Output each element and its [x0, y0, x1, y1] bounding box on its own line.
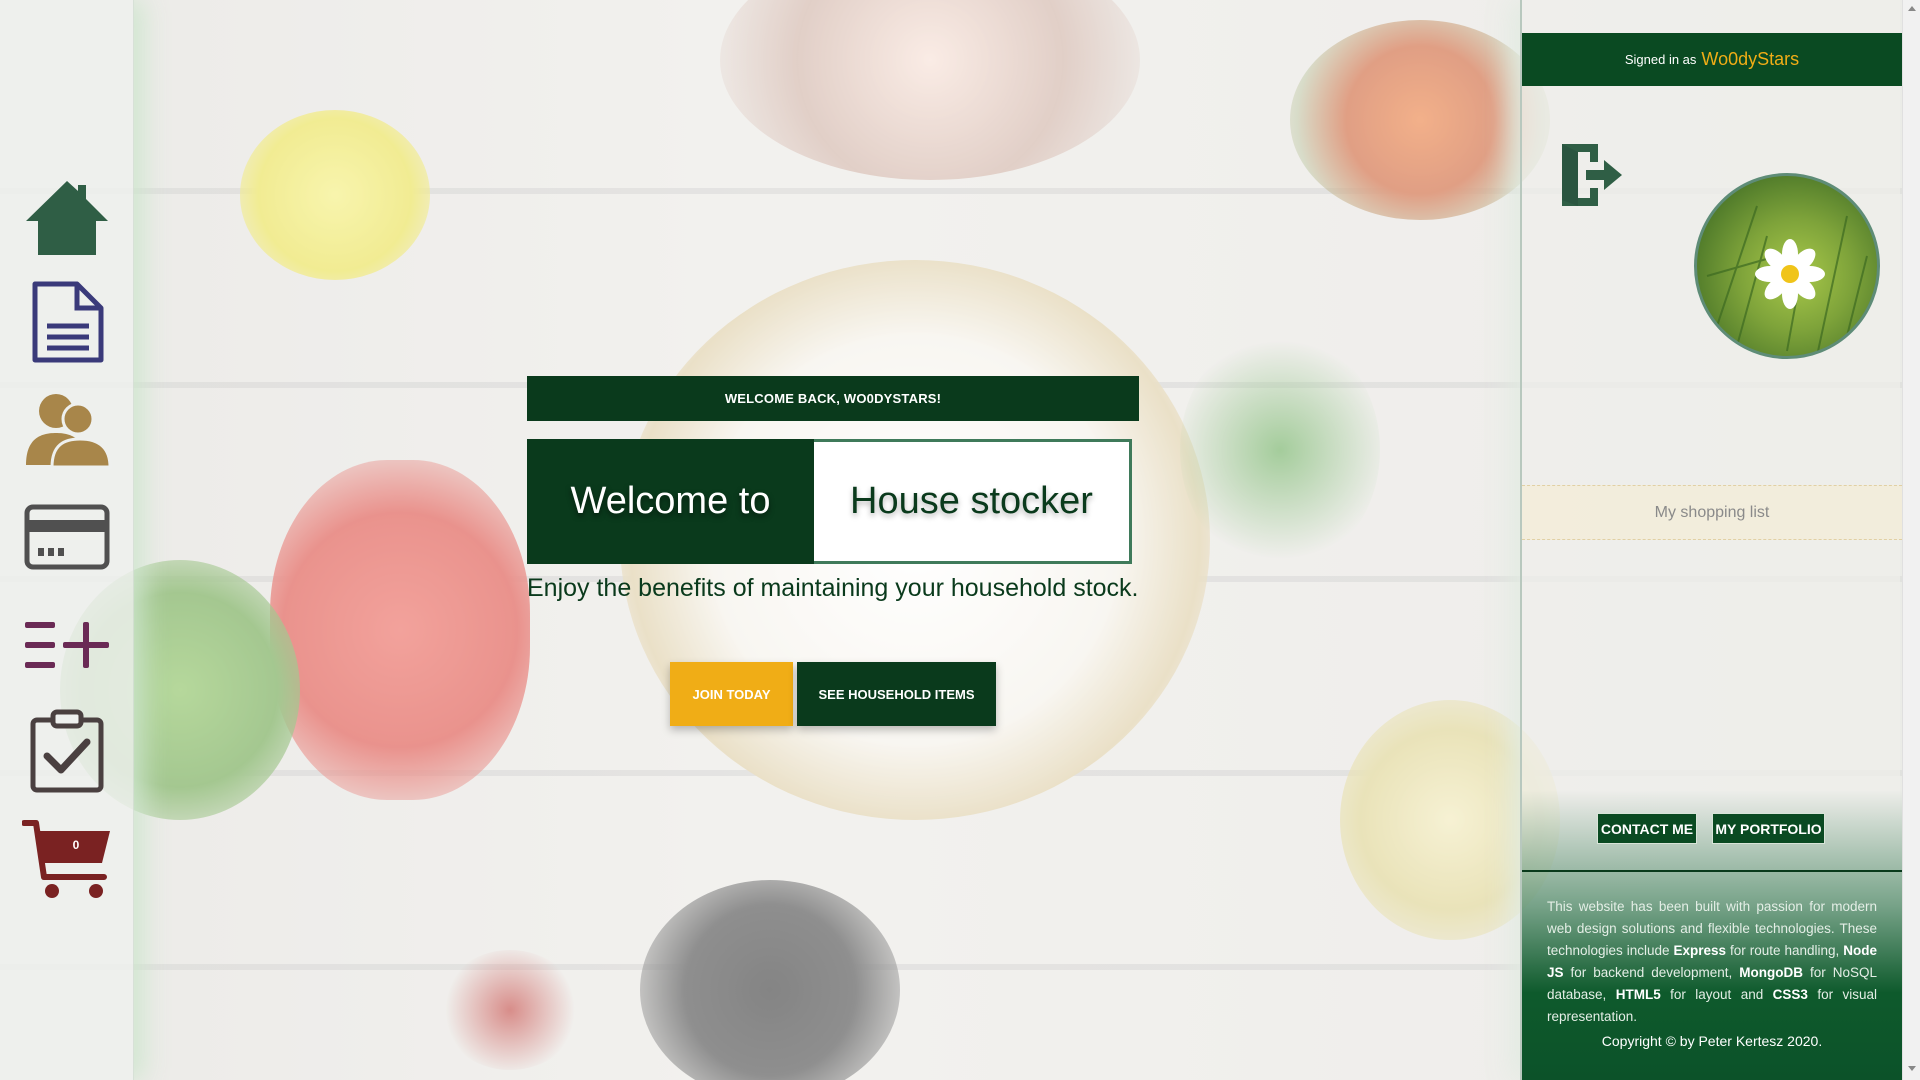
welcome-back-banner: WELCOME BACK, WO0DYSTARS!: [527, 376, 1139, 421]
join-today-button[interactable]: JOIN TODAY: [670, 662, 793, 726]
cart-count-badge: 0: [72, 838, 80, 852]
daisy-photo: [1706, 205, 1868, 356]
users-icon: [26, 394, 112, 469]
right-sidebar: Signed in as Wo0dyStars My shopping list…: [1520, 0, 1902, 1080]
nav-home[interactable]: [18, 172, 116, 262]
scroll-up-arrow[interactable]: [1908, 6, 1916, 11]
logout-button[interactable]: [1558, 140, 1624, 210]
footer-divider: [1522, 870, 1902, 872]
clipboard-check-icon: [30, 709, 104, 793]
footer-description: This website has been built with passion…: [1547, 899, 1877, 1024]
logout-icon: [1562, 144, 1622, 206]
hero-title-right: House stocker: [814, 439, 1132, 564]
document-icon: [32, 281, 104, 363]
left-sidebar: 0: [0, 0, 134, 1080]
nav-users[interactable]: [18, 384, 116, 474]
hero-title-left: Welcome to: [527, 439, 814, 564]
copyright-text: Copyright © by Peter Kertesz 2020.: [1601, 1033, 1823, 1049]
nav-documents[interactable]: [18, 278, 116, 368]
scroll-down-arrow[interactable]: [1908, 1066, 1916, 1071]
shopping-list-link[interactable]: My shopping list: [1522, 485, 1902, 540]
signed-in-bar: Signed in as Wo0dyStars: [1522, 33, 1902, 86]
page-scrollbar[interactable]: [1902, 0, 1920, 1080]
my-portfolio-button[interactable]: MY PORTFOLIO: [1712, 813, 1825, 844]
signed-in-label: Signed in as: [1624, 52, 1697, 67]
hero-title: Welcome to House stocker: [527, 439, 1132, 564]
nav-cart[interactable]: 0: [18, 814, 116, 904]
home-icon: [26, 181, 108, 255]
hero-tagline: Enjoy the benefits of maintaining your h…: [527, 574, 1139, 602]
signed-in-username[interactable]: Wo0dyStars: [1701, 49, 1799, 70]
nav-payments[interactable]: [18, 492, 116, 582]
cart-icon: [22, 820, 110, 898]
credit-card-icon: [24, 504, 110, 570]
user-avatar[interactable]: [1694, 173, 1880, 359]
add-list-icon: [25, 622, 109, 668]
see-household-items-button[interactable]: SEE HOUSEHOLD ITEMS: [797, 662, 996, 726]
contact-me-button[interactable]: CONTACT ME: [1597, 813, 1697, 844]
nav-add-item[interactable]: [18, 600, 116, 690]
nav-checklist[interactable]: [18, 706, 116, 796]
